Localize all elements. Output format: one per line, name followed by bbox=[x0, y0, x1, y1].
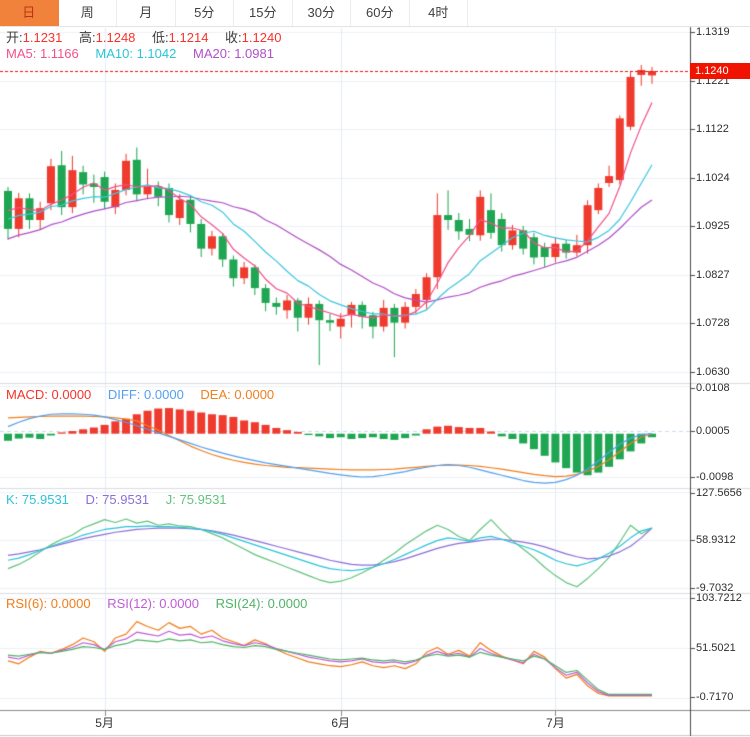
dea-label: DEA: bbox=[200, 387, 230, 402]
kdj-axis-label: 127.5656 bbox=[696, 487, 742, 499]
macd-value: 0.0000 bbox=[52, 387, 92, 402]
current-price-tag: 1.1240 bbox=[690, 63, 750, 79]
k-label: K: bbox=[6, 492, 18, 507]
tab-month[interactable]: 月 bbox=[117, 0, 176, 26]
close-label: 收: bbox=[225, 30, 242, 45]
ma-readout: MA5: 1.1166 MA10: 1.1042 MA20: 1.0981 bbox=[6, 46, 287, 61]
ma20-label: MA20: bbox=[193, 46, 231, 61]
price-axis-label: 1.0630 bbox=[696, 366, 730, 378]
diff-label: DIFF: bbox=[108, 387, 141, 402]
macd-label: MACD: bbox=[6, 387, 48, 402]
ma20-value: 1.0981 bbox=[234, 46, 274, 61]
rsi6-label: RSI(6): bbox=[6, 596, 47, 611]
low-label: 低: bbox=[152, 30, 169, 45]
j-value: 75.9531 bbox=[180, 492, 227, 507]
rsi-axis-label: 51.5021 bbox=[696, 642, 736, 654]
tab-5min[interactable]: 5分 bbox=[176, 0, 235, 26]
price-axis-label: 1.0728 bbox=[696, 317, 730, 329]
ma5-label: MA5: bbox=[6, 46, 36, 61]
j-label: J: bbox=[166, 492, 176, 507]
kdj-readout: K: 75.9531 D: 75.9531 J: 75.9531 bbox=[6, 492, 240, 507]
d-label: D: bbox=[86, 492, 99, 507]
tab-4hour[interactable]: 4时 bbox=[410, 0, 469, 26]
rsi-readout: RSI(6): 0.0000 RSI(12): 0.0000 RSI(24): … bbox=[6, 596, 320, 611]
high-value: 1.1248 bbox=[96, 30, 136, 45]
macd-readout: MACD: 0.0000 DIFF: 0.0000 DEA: 0.0000 bbox=[6, 387, 287, 402]
ma5-value: 1.1166 bbox=[40, 46, 79, 61]
low-value: 1.1214 bbox=[169, 30, 209, 45]
d-value: 75.9531 bbox=[102, 492, 149, 507]
timeframe-tabbar: 日周月5分15分30分60分4时 bbox=[0, 0, 750, 27]
dea-value: 0.0000 bbox=[234, 387, 274, 402]
price-axis-label: 1.1024 bbox=[696, 172, 730, 184]
ma10-label: MA10: bbox=[95, 46, 133, 61]
rsi24-label: RSI(24): bbox=[216, 596, 264, 611]
tab-week[interactable]: 周 bbox=[59, 0, 118, 26]
rsi6-value: 0.0000 bbox=[51, 596, 91, 611]
rsi12-value: 0.0000 bbox=[159, 596, 199, 611]
tab-60min[interactable]: 60分 bbox=[351, 0, 410, 26]
rsi-axis-label: 103.7212 bbox=[696, 592, 742, 604]
diff-value: 0.0000 bbox=[144, 387, 184, 402]
ohlc-readout: 开:1.1231 高:1.1248 低:1.1214 收:1.1240 bbox=[6, 30, 294, 45]
macd-axis-label: -0.0098 bbox=[696, 471, 733, 483]
open-label: 开: bbox=[6, 30, 23, 45]
price-axis-label: 1.1319 bbox=[696, 26, 730, 38]
rsi-axis-label: -0.7170 bbox=[696, 691, 733, 703]
k-value: 75.9531 bbox=[22, 492, 69, 507]
price-axis-label: 1.0925 bbox=[696, 220, 730, 232]
close-value: 1.1240 bbox=[242, 30, 282, 45]
price-axis-label: 1.0827 bbox=[696, 269, 730, 281]
tab-day[interactable]: 日 bbox=[0, 0, 59, 26]
rsi12-label: RSI(12): bbox=[107, 596, 155, 611]
open-value: 1.1231 bbox=[23, 30, 63, 45]
tab-15min[interactable]: 15分 bbox=[234, 0, 293, 26]
x-axis-month-label: 7月 bbox=[546, 714, 565, 731]
kdj-axis-label: 58.9312 bbox=[696, 534, 736, 546]
x-axis-month-label: 5月 bbox=[95, 714, 114, 731]
ma10-value: 1.1042 bbox=[137, 46, 177, 61]
macd-axis-label: 0.0108 bbox=[696, 382, 730, 394]
high-label: 高: bbox=[79, 30, 96, 45]
candlestick-canvas[interactable] bbox=[0, 0, 750, 737]
tab-30min[interactable]: 30分 bbox=[293, 0, 352, 26]
rsi24-value: 0.0000 bbox=[268, 596, 308, 611]
price-axis-label: 1.1122 bbox=[696, 123, 729, 135]
x-axis-month-label: 6月 bbox=[331, 714, 350, 731]
macd-axis-label: 0.0005 bbox=[696, 425, 730, 437]
